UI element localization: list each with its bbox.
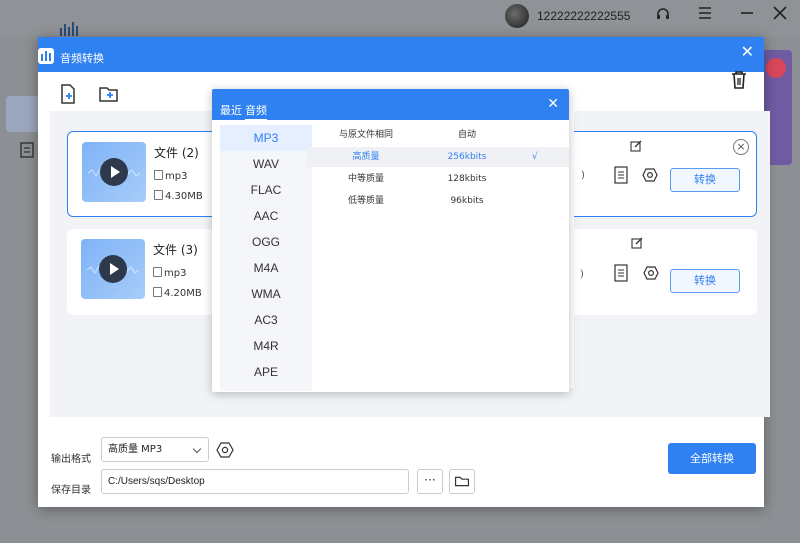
convert-all-button[interactable]: 全部转换 <box>668 443 756 474</box>
file-format-text: mp3 <box>165 171 188 182</box>
popup-shadow-edge <box>569 108 574 388</box>
document-icon[interactable] <box>20 142 34 158</box>
quality-list: 与原文件相同 自动 高质量 256kbits √ 中等质量 128kbits 低… <box>307 125 569 391</box>
format-item[interactable]: M4R <box>220 333 312 359</box>
app-logo-icon <box>60 22 78 36</box>
file-format: mp3 <box>153 267 186 279</box>
add-folder-icon <box>99 87 118 102</box>
quality-row[interactable]: 中等质量 128kbits <box>307 169 569 189</box>
popup-close-button[interactable]: ✕ <box>547 96 559 112</box>
format-item[interactable]: OGG <box>220 229 312 255</box>
file-size-text: 4.20MB <box>164 288 202 299</box>
duration-fragment: ) <box>581 170 585 181</box>
browse-button[interactable]: ··· <box>417 469 443 494</box>
format-item[interactable]: WMA <box>220 281 312 307</box>
tab-recent[interactable]: 最近 <box>220 102 242 118</box>
output-format-select[interactable]: 高质量 MP3 <box>101 437 209 462</box>
save-dir-label: 保存目录 <box>51 485 91 496</box>
format-list: MP3 WAV FLAC AAC OGG M4A WMA AC3 M4R APE <box>220 125 312 391</box>
format-item[interactable]: AC3 <box>220 307 312 333</box>
format-item[interactable]: MP3 <box>220 125 312 151</box>
quality-name: 高质量 <box>352 152 380 162</box>
format-item[interactable]: M4A <box>220 255 312 281</box>
dialog-logo-icon <box>38 48 54 64</box>
play-button[interactable] <box>100 158 128 186</box>
dialog-title: 音频转换 <box>60 52 104 65</box>
format-item[interactable]: FLAC <box>220 177 312 203</box>
sidebar-item-active[interactable] <box>6 96 42 132</box>
add-file-button[interactable] <box>57 83 79 105</box>
settings-hex-icon[interactable] <box>643 265 659 281</box>
file-thumbnail <box>82 142 146 202</box>
save-dir-input[interactable]: C:/Users/sqs/Desktop <box>101 469 409 494</box>
convert-button[interactable]: 转换 <box>670 168 740 192</box>
quality-row[interactable]: 高质量 256kbits √ <box>307 147 569 167</box>
close-icon[interactable] <box>773 6 787 20</box>
background-topbar <box>0 0 800 36</box>
file-info-icon[interactable] <box>613 264 629 282</box>
popup-header: 最近 音频 ✕ <box>212 89 569 120</box>
output-format-label: 输出格式 <box>51 454 91 465</box>
quality-rate: 128kbits <box>447 174 487 184</box>
check-icon: √ <box>532 152 538 162</box>
file-size: 4.20MB <box>153 287 202 299</box>
format-item[interactable]: APE <box>220 359 312 385</box>
quality-row[interactable]: 低等质量 96kbits <box>307 191 569 211</box>
add-file-icon <box>61 84 75 104</box>
minimize-icon[interactable] <box>740 6 754 20</box>
file-size-text: 4.30MB <box>165 191 203 202</box>
output-format-value: 高质量 MP3 <box>108 444 163 455</box>
edit-icon[interactable] <box>630 140 642 152</box>
format-item[interactable]: WAV <box>220 151 312 177</box>
file-name: 文件 (2) <box>154 146 199 160</box>
quality-name: 中等质量 <box>347 174 384 184</box>
folder-small-icon <box>153 287 162 297</box>
quality-name: 低等质量 <box>347 196 384 206</box>
clear-list-button[interactable] <box>728 69 750 91</box>
dialog-header: 音频转换 ✕ <box>38 37 764 72</box>
open-folder-button[interactable] <box>449 469 475 494</box>
play-button[interactable] <box>99 255 127 283</box>
output-settings-icon[interactable] <box>216 441 234 459</box>
avatar[interactable] <box>505 4 529 28</box>
duration-fragment: ) <box>580 269 584 280</box>
edit-icon[interactable] <box>631 237 643 249</box>
format-popup: 最近 音频 ✕ MP3 WAV FLAC AAC OGG M4A WMA AC3… <box>212 89 569 392</box>
dialog-close-button[interactable]: ✕ <box>741 43 754 61</box>
folder-small-icon <box>154 190 163 200</box>
format-item[interactable]: AAC <box>220 203 312 229</box>
quality-rate: 96kbits <box>450 196 484 206</box>
file-format: mp3 <box>154 170 187 182</box>
chevron-down-icon <box>192 444 202 454</box>
menu-icon[interactable] <box>698 6 712 20</box>
trash-icon <box>732 71 746 89</box>
file-size: 4.30MB <box>154 190 203 202</box>
folder-icon <box>454 476 470 487</box>
file-thumbnail <box>81 239 145 299</box>
format-icon <box>153 267 162 277</box>
file-format-text: mp3 <box>164 268 187 279</box>
convert-button[interactable]: 转换 <box>670 269 740 293</box>
quality-name: 与原文件相同 <box>338 130 393 140</box>
quality-header-row[interactable]: 与原文件相同 自动 <box>307 125 569 145</box>
settings-hex-icon[interactable] <box>642 167 658 183</box>
headset-icon[interactable] <box>655 6 671 22</box>
format-icon <box>154 170 163 180</box>
quality-rate: 自动 <box>457 130 476 140</box>
promo-badge-icon <box>766 58 786 78</box>
user-id: 12222222222555 <box>537 9 631 23</box>
file-name: 文件 (3) <box>153 243 198 257</box>
quality-rate: 256kbits <box>447 152 487 162</box>
remove-file-icon[interactable]: × <box>733 139 749 155</box>
add-folder-button[interactable] <box>98 83 120 105</box>
tab-audio[interactable]: 音频 <box>245 102 267 120</box>
file-info-icon[interactable] <box>613 166 629 184</box>
